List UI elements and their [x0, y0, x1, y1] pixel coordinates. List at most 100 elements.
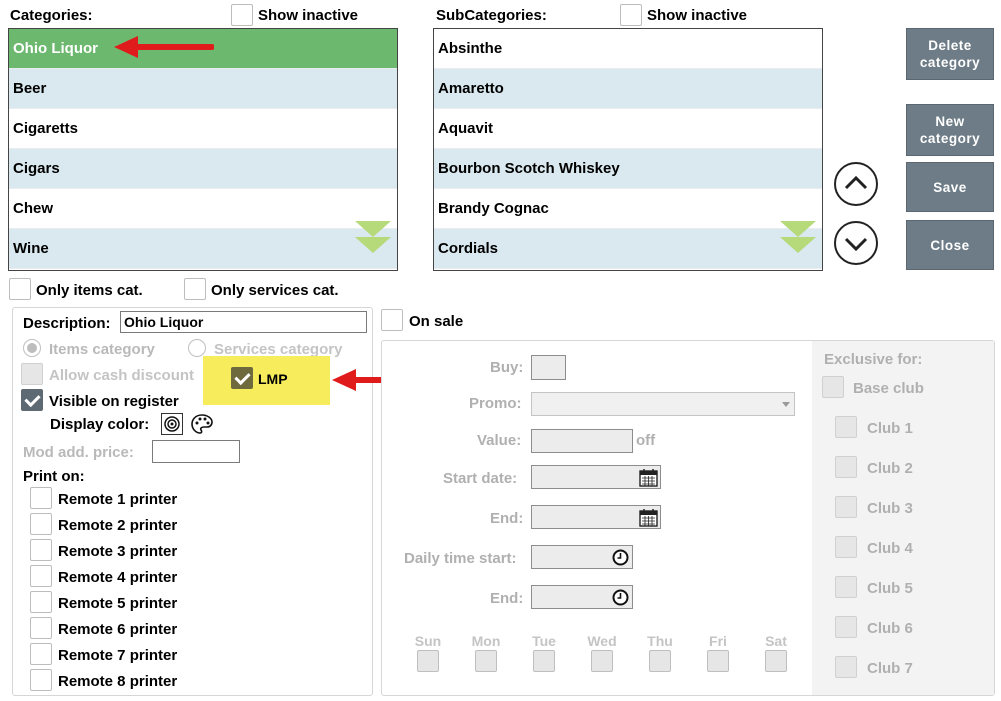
- remote-printer-label: Remote 7 printer: [58, 647, 178, 664]
- subcategory-row[interactable]: Bourbon Scotch Whiskey: [434, 149, 822, 189]
- daily-time-start-label: Daily time start:: [404, 550, 517, 567]
- end-date-input[interactable]: [531, 505, 661, 529]
- move-down-button[interactable]: [834, 221, 878, 265]
- base-club-label: Base club: [853, 380, 924, 397]
- daily-time-end-label: End:: [490, 590, 524, 607]
- club-label: Club 3: [867, 500, 913, 517]
- remote-printer-checkbox[interactable]: [30, 591, 52, 613]
- visible-on-register-checkbox[interactable]: [21, 389, 43, 411]
- subcategory-row[interactable]: Absinthe: [434, 29, 822, 69]
- visible-on-register-label: Visible on register: [49, 393, 179, 410]
- day-checkbox[interactable]: [533, 650, 555, 672]
- clock-icon[interactable]: [612, 589, 629, 606]
- items-category-label: Items category: [49, 341, 155, 358]
- mod-add-price-label: Mod add. price:: [23, 444, 134, 461]
- remote-printer-checkbox[interactable]: [30, 643, 52, 665]
- remote-printer-checkbox[interactable]: [30, 565, 52, 587]
- subcategories-list[interactable]: Absinthe Amaretto Aquavit Bourbon Scotch…: [433, 28, 823, 271]
- mod-add-price-input[interactable]: [152, 440, 240, 463]
- club-checkbox[interactable]: [835, 656, 857, 678]
- subcategory-row[interactable]: Amaretto: [434, 69, 822, 109]
- remote-printer-checkbox[interactable]: [30, 487, 52, 509]
- lmp-checkbox[interactable]: [231, 367, 253, 389]
- chevron-up-icon: [844, 175, 868, 190]
- scroll-down-icon[interactable]: [780, 219, 816, 255]
- day-checkbox[interactable]: [649, 650, 671, 672]
- club-checkbox[interactable]: [835, 456, 857, 478]
- dropdown-arrow-icon: [782, 402, 790, 407]
- exclusive-header: Exclusive for:: [824, 351, 923, 368]
- club-checkbox[interactable]: [835, 576, 857, 598]
- promo-select[interactable]: [531, 392, 795, 416]
- print-on-label: Print on:: [23, 468, 85, 485]
- calendar-icon[interactable]: [639, 468, 658, 487]
- remote-printer-label: Remote 4 printer: [58, 569, 178, 586]
- category-row[interactable]: Chew: [9, 189, 397, 229]
- remote-printer-checkbox[interactable]: [30, 617, 52, 639]
- daily-time-start-input[interactable]: [531, 545, 633, 569]
- day-checkbox[interactable]: [475, 650, 497, 672]
- remote-printer-checkbox[interactable]: [30, 513, 52, 535]
- categories-list[interactable]: Ohio Liquor Beer Cigaretts Cigars Chew W…: [8, 28, 398, 271]
- value-input[interactable]: [531, 429, 633, 453]
- arrow-annotation-icon: [114, 36, 214, 58]
- day-checkbox[interactable]: [591, 650, 613, 672]
- club-checkbox[interactable]: [835, 616, 857, 638]
- day-label: Wed: [587, 633, 617, 649]
- day-checkbox[interactable]: [765, 650, 787, 672]
- only-services-checkbox[interactable]: [184, 278, 206, 300]
- close-button[interactable]: Close: [906, 220, 994, 270]
- description-input[interactable]: Ohio Liquor: [120, 311, 367, 333]
- subcategory-row[interactable]: Brandy Cognac: [434, 189, 822, 229]
- only-services-label: Only services cat.: [211, 282, 339, 299]
- day-checkbox[interactable]: [707, 650, 729, 672]
- color-swatch-button[interactable]: [161, 413, 183, 435]
- day-label: Fri: [709, 633, 727, 649]
- chevron-down-icon: [844, 237, 868, 252]
- only-items-checkbox[interactable]: [9, 278, 31, 300]
- category-row[interactable]: Wine: [9, 229, 397, 269]
- club-checkbox[interactable]: [835, 536, 857, 558]
- display-color-label: Display color:: [50, 416, 150, 433]
- lmp-label: LMP: [258, 371, 288, 387]
- day-checkbox[interactable]: [417, 650, 439, 672]
- subcategory-row[interactable]: Aquavit: [434, 109, 822, 149]
- palette-icon[interactable]: [190, 413, 214, 435]
- target-icon: [164, 416, 180, 432]
- calendar-icon[interactable]: [639, 508, 658, 527]
- move-up-button[interactable]: [834, 162, 878, 206]
- allow-cash-discount-label: Allow cash discount: [49, 367, 195, 384]
- remote-printer-label: Remote 2 printer: [58, 517, 178, 534]
- categories-header: Categories:: [10, 7, 93, 24]
- remote-printer-checkbox[interactable]: [30, 539, 52, 561]
- remote-printer-checkbox[interactable]: [30, 669, 52, 691]
- categories-show-inactive-checkbox[interactable]: [231, 4, 253, 26]
- category-row[interactable]: Beer: [9, 69, 397, 109]
- delete-category-button[interactable]: Delete category: [906, 28, 994, 80]
- club-label: Club 2: [867, 460, 913, 477]
- end-date-label: End:: [490, 510, 524, 527]
- items-category-radio[interactable]: [23, 339, 41, 357]
- promo-label: Promo:: [469, 395, 522, 412]
- categories-show-inactive-label: Show inactive: [258, 7, 359, 24]
- clock-icon[interactable]: [612, 549, 629, 566]
- club-checkbox[interactable]: [835, 416, 857, 438]
- category-row[interactable]: Cigaretts: [9, 109, 397, 149]
- club-label: Club 7: [867, 660, 913, 677]
- club-checkbox[interactable]: [835, 496, 857, 518]
- subcategories-show-inactive-checkbox[interactable]: [620, 4, 642, 26]
- new-category-button[interactable]: New category: [906, 104, 994, 156]
- allow-cash-discount-checkbox[interactable]: [21, 363, 43, 385]
- value-label: Value:: [477, 432, 522, 449]
- subcategory-row[interactable]: Cordials: [434, 229, 822, 269]
- base-club-checkbox[interactable]: [822, 376, 844, 398]
- off-label: off: [636, 432, 656, 449]
- category-row[interactable]: Cigars: [9, 149, 397, 189]
- start-date-input[interactable]: [531, 465, 661, 489]
- buy-input[interactable]: [531, 355, 566, 380]
- on-sale-checkbox[interactable]: [381, 309, 403, 331]
- services-category-radio[interactable]: [188, 339, 206, 357]
- daily-time-end-input[interactable]: [531, 585, 633, 609]
- scroll-down-icon[interactable]: [355, 219, 391, 255]
- save-button[interactable]: Save: [906, 162, 994, 212]
